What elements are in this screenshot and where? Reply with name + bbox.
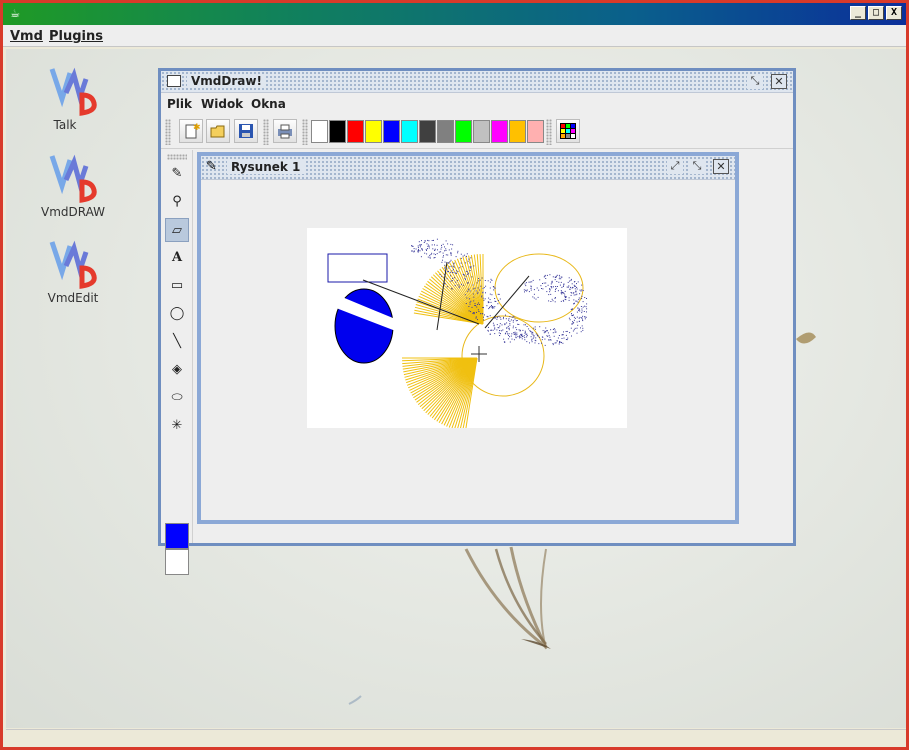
rectangle-tool-icon[interactable]: ▭ <box>165 274 189 298</box>
maximize-button[interactable]: □ <box>868 6 884 20</box>
close-button[interactable]: X <box>886 6 902 20</box>
menu-plik[interactable]: Plik <box>167 97 192 111</box>
save-disk-icon[interactable] <box>234 119 258 143</box>
ellipse-tool-icon[interactable]: ◯ <box>165 302 189 326</box>
color-swatch[interactable] <box>527 120 544 143</box>
desktop-area: Talk VmdDRAW VmdEdit VmdDraw! ⤡ ✕ Plik W… <box>6 49 906 728</box>
print-icon[interactable] <box>273 119 297 143</box>
pencil-icon[interactable]: ✎ <box>165 162 189 186</box>
tools-panel: ✎ ⚲ ▱ A ▭ ◯ ╲ ◈ ⬭ ✳ <box>161 150 193 575</box>
open-folder-icon[interactable] <box>206 119 230 143</box>
vmd-logo-icon <box>49 67 97 116</box>
toolbar-grip[interactable] <box>263 119 269 145</box>
color-swatch[interactable] <box>365 120 382 143</box>
color-swatch[interactable] <box>473 120 490 143</box>
drawing-titlebar[interactable]: ✎ Rysunek 1 ⤢ ⤡ ✕ <box>201 156 735 180</box>
star-burst-icon[interactable]: ✳ <box>165 414 189 438</box>
vmd-logo-icon <box>49 154 97 203</box>
vmd-logo-icon <box>49 240 97 289</box>
line-tool-icon[interactable]: ╲ <box>165 330 189 354</box>
color-swatch[interactable] <box>401 120 418 143</box>
toolbar-grip[interactable] <box>165 119 171 145</box>
desktop-icon-vmddraw[interactable]: VmdDRAW <box>33 150 113 219</box>
restore-icon[interactable]: ⤡ <box>747 74 763 89</box>
eraser-icon[interactable]: ▱ <box>165 218 189 242</box>
spray-icon[interactable]: ⬭ <box>165 386 189 410</box>
desktop-icon-talk[interactable]: Talk <box>33 63 113 132</box>
vmddraw-menubar: Plik Widok Okna <box>161 93 793 115</box>
window-titlebar[interactable]: ☕ _ □ X <box>3 3 906 25</box>
color-swatch[interactable] <box>419 120 436 143</box>
minimize-button[interactable]: _ <box>850 6 866 20</box>
close-icon[interactable]: ✕ <box>771 74 787 89</box>
vmddraw-titlebar[interactable]: VmdDraw! ⤡ ✕ <box>161 71 793 93</box>
main-menubar: Vmd Plugins <box>3 25 906 47</box>
foreground-color[interactable] <box>165 523 189 549</box>
color-swatch[interactable] <box>509 120 526 143</box>
java-app-icon: ☕ <box>10 7 20 20</box>
color-swatch[interactable] <box>347 120 364 143</box>
color-grid-icon[interactable] <box>556 119 580 143</box>
eyedropper-icon[interactable]: ⚲ <box>165 190 189 214</box>
new-file-icon[interactable]: ✱ <box>179 119 203 143</box>
toolbar-grip[interactable] <box>546 119 552 145</box>
fill-bucket-icon[interactable]: ◈ <box>165 358 189 382</box>
svg-text:✱: ✱ <box>193 123 200 133</box>
drawing-window: ✎ Rysunek 1 ⤢ ⤡ ✕ <box>197 152 739 524</box>
color-swatch[interactable] <box>383 120 400 143</box>
desktop-icon-label: VmdDRAW <box>40 205 106 219</box>
vmddraw-title: VmdDraw! <box>187 74 266 88</box>
drawing-artwork <box>327 238 588 433</box>
desktop-icon-vmdedit[interactable]: VmdEdit <box>33 236 113 305</box>
drawing-canvas[interactable] <box>307 228 627 433</box>
menu-okna[interactable]: Okna <box>251 97 286 111</box>
desktop-icon-label: VmdEdit <box>47 291 99 305</box>
menu-vmd[interactable]: Vmd <box>10 29 43 44</box>
close-icon[interactable]: ✕ <box>713 159 729 174</box>
color-swatch[interactable] <box>455 120 472 143</box>
color-swatch[interactable] <box>437 120 454 143</box>
maximize-icon[interactable]: ⤡ <box>689 159 705 174</box>
color-swatch[interactable] <box>491 120 508 143</box>
minimize-icon[interactable]: ⤢ <box>667 159 683 174</box>
text-tool-icon[interactable]: A <box>165 246 189 270</box>
color-swatch[interactable] <box>329 120 346 143</box>
status-bar <box>6 729 906 747</box>
toolbar-grip[interactable] <box>302 119 308 145</box>
toolbar-grip[interactable] <box>167 154 187 160</box>
vmddraw-window: VmdDraw! ⤡ ✕ Plik Widok Okna ✱ ✎ ⚲ ▱ A ▭… <box>158 68 796 575</box>
desktop-icon-label: Talk <box>53 118 77 132</box>
menu-plugins[interactable]: Plugins <box>49 29 103 44</box>
menu-widok[interactable]: Widok <box>201 97 243 111</box>
main-toolbar: ✱ <box>161 115 793 149</box>
color-swatch[interactable] <box>311 120 328 143</box>
background-color[interactable] <box>165 549 189 575</box>
drawing-title: Rysunek 1 <box>227 160 305 174</box>
main-window: ☕ _ □ X Vmd Plugins Talk VmdDRAW VmdEdit… <box>0 0 909 750</box>
window-icon <box>167 75 181 87</box>
pencil-icon: ✎ <box>206 159 217 174</box>
